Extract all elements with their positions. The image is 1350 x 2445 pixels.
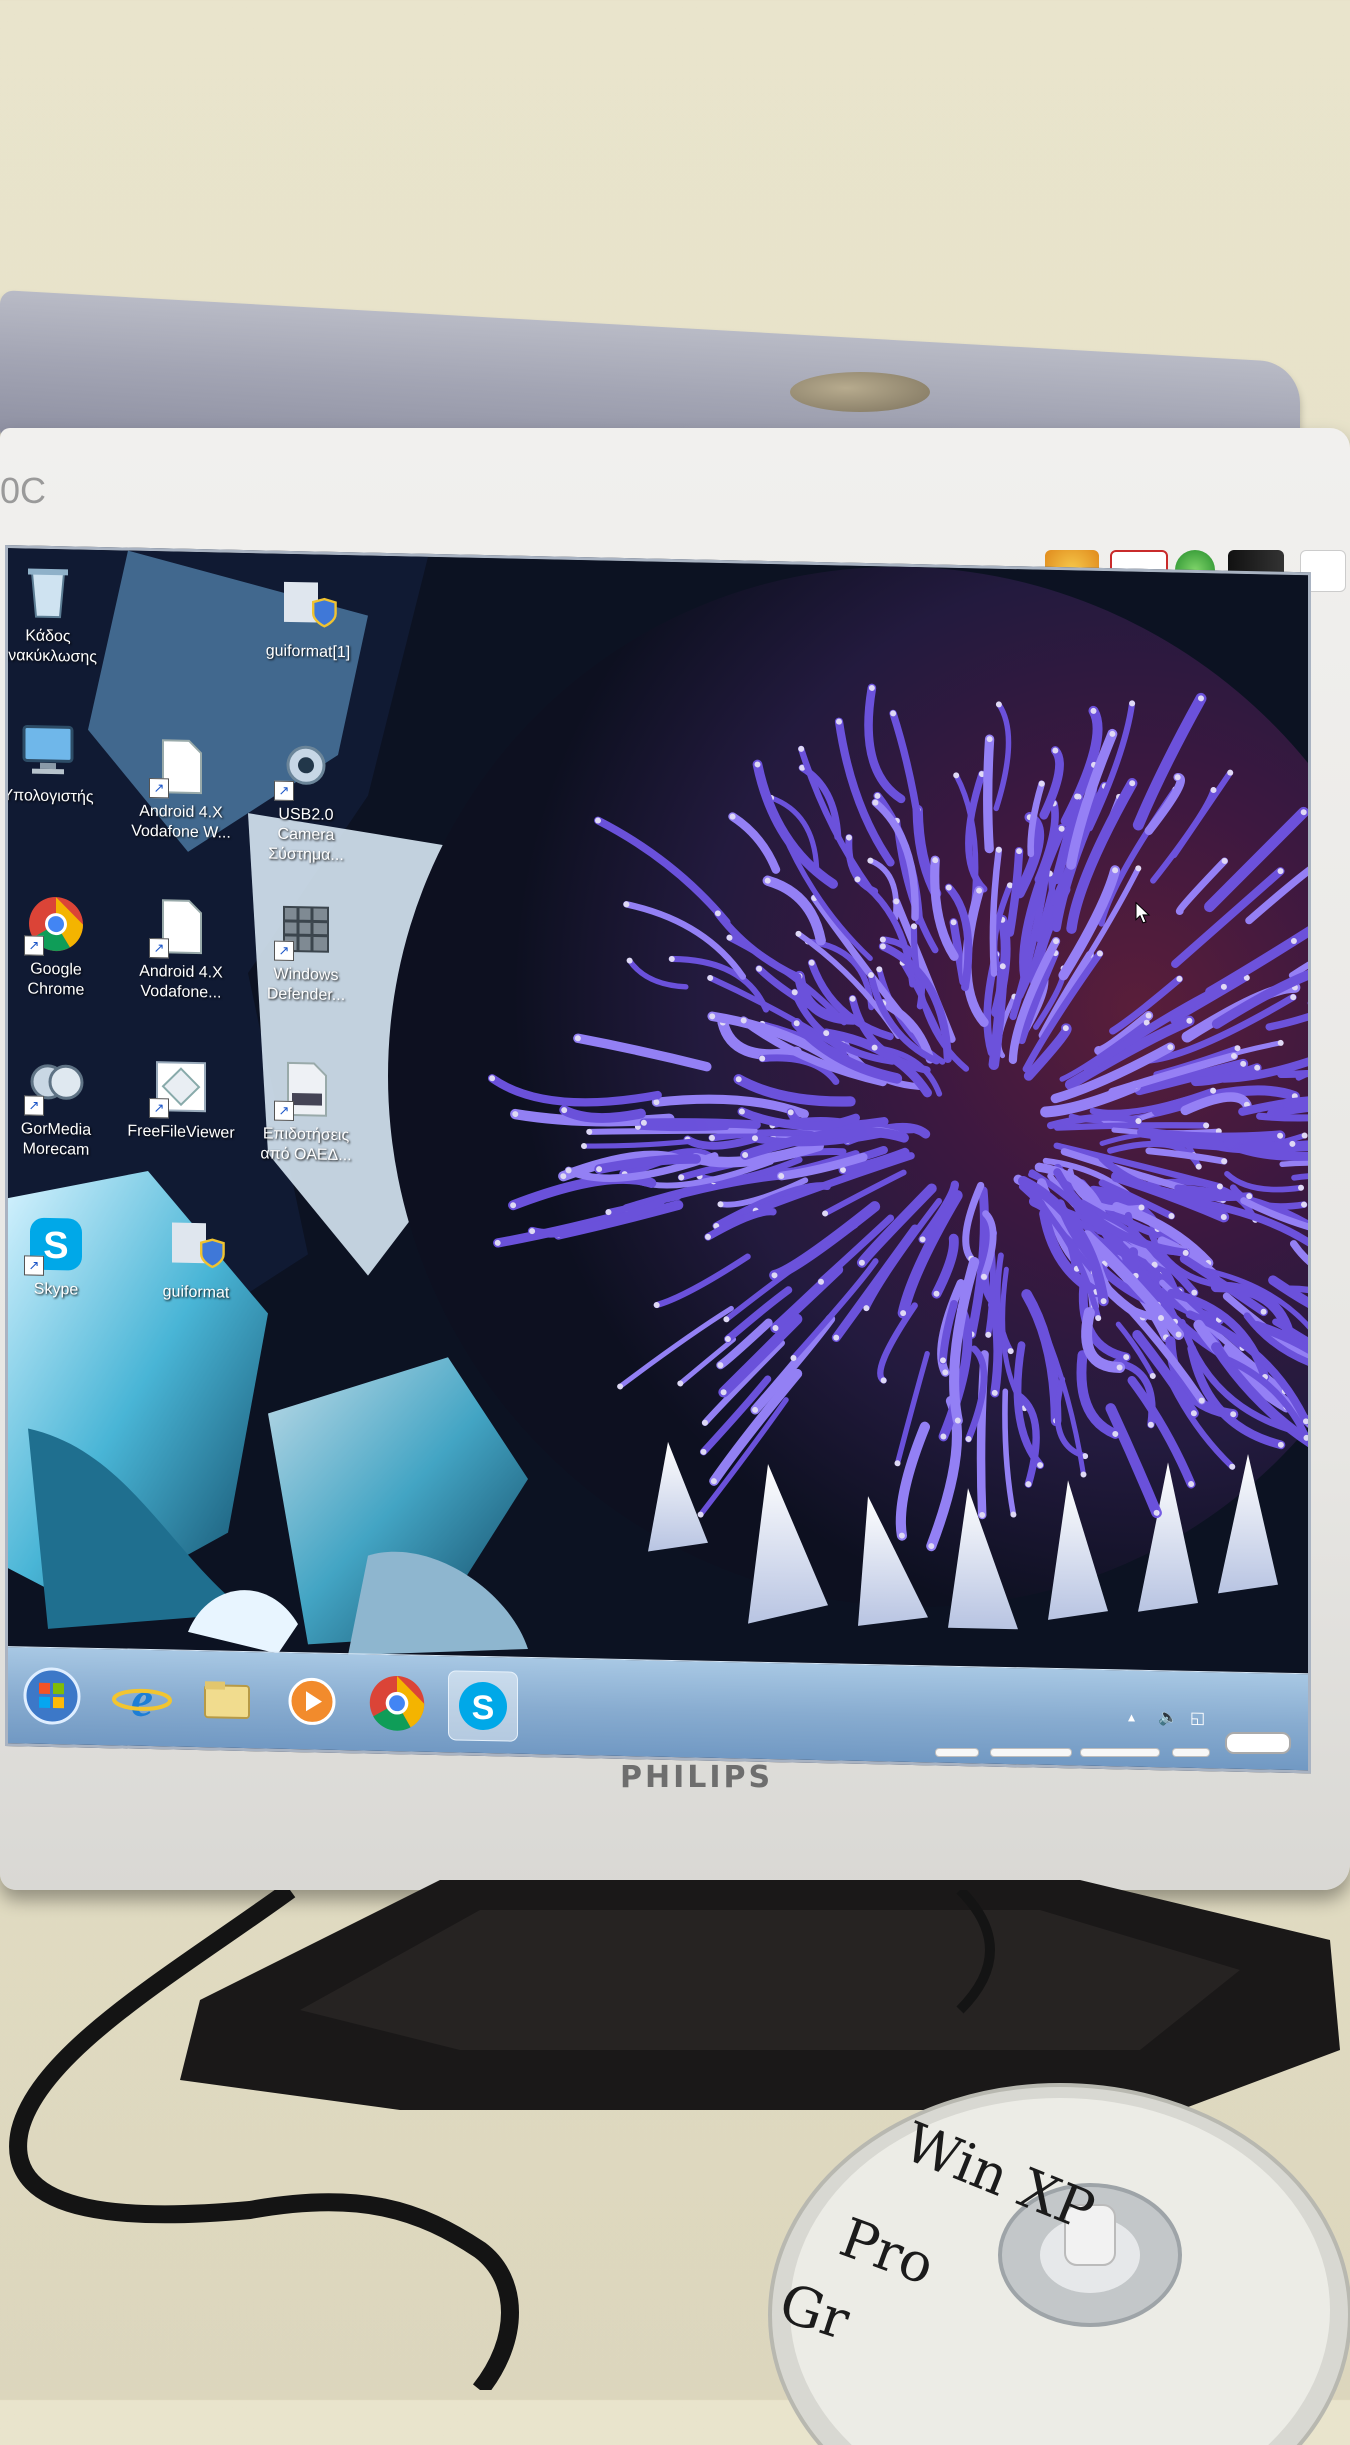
monitor-model-text: 0C xyxy=(0,470,47,511)
desktop-icon-skype[interactable]: S ↗ Skype xyxy=(5,1213,111,1301)
up-hardware-button[interactable] xyxy=(1080,1748,1160,1757)
taskbar-internet-explorer[interactable]: e xyxy=(108,1663,176,1732)
philips-logo: PHILIPS xyxy=(620,1760,774,1795)
document-icon: ↗ xyxy=(149,896,211,959)
network-icon[interactable]: ◱ xyxy=(1190,1708,1205,1728)
desktop-icon-android-vodafone-1[interactable]: ↗ Android 4.X Vodafone W... xyxy=(126,736,236,844)
auto-hardware-button[interactable] xyxy=(1172,1748,1210,1757)
taskbar-chrome[interactable] xyxy=(363,1668,431,1737)
taskbar-skype-active[interactable]: S xyxy=(448,1670,518,1742)
recycle-bin-icon xyxy=(18,560,78,621)
shortcut-arrow-icon: ↗ xyxy=(274,780,294,802)
shortcut-arrow-icon: ↗ xyxy=(149,938,169,959)
shield-file-icon xyxy=(278,576,338,637)
down-hardware-button[interactable] xyxy=(990,1748,1072,1757)
chevron-up-icon[interactable]: ▴ xyxy=(1128,1709,1135,1726)
freefileviewer-icon: ↗ xyxy=(149,1056,211,1119)
svg-text:S: S xyxy=(472,1689,495,1727)
start-orb-icon xyxy=(23,1667,81,1725)
shortcut-arrow-icon: ↗ xyxy=(24,1095,44,1116)
internet-explorer-icon: e xyxy=(112,1671,172,1727)
shortcut-arrow-icon: ↗ xyxy=(24,1255,44,1276)
menu-hardware-button[interactable] xyxy=(935,1748,979,1757)
taskbar-file-explorer[interactable] xyxy=(193,1665,261,1734)
chrome-icon: ↗ xyxy=(24,893,86,956)
media-player-icon xyxy=(288,1677,336,1725)
device-knob xyxy=(790,372,930,412)
document-icon: ↗ xyxy=(149,736,211,799)
shield-file-icon xyxy=(166,1216,226,1277)
artichoke-flower-wallpaper xyxy=(8,548,1308,1771)
desktop-icon-gormedia-morecam[interactable]: ↗ GorMedia Morecam xyxy=(5,1053,111,1161)
svg-text:e: e xyxy=(131,1671,153,1727)
skype-icon: S ↗ xyxy=(24,1213,86,1276)
chrome-icon xyxy=(369,1676,425,1731)
morecam-icon: ↗ xyxy=(24,1053,86,1116)
desktop-icon-google-chrome[interactable]: ↗ Google Chrome xyxy=(5,893,111,1001)
desktop-icon-epidotiseis-oaed[interactable]: ↗ Επιδοτήσεις από ΟΑΕΔ... xyxy=(251,1058,361,1166)
file-explorer-icon xyxy=(204,1681,250,1720)
taskbar-media-player[interactable] xyxy=(278,1667,346,1736)
shortcut-arrow-icon: ↗ xyxy=(274,1100,294,1122)
shortcut-arrow-icon: ↗ xyxy=(274,940,294,962)
desktop-icon-computer[interactable]: Υπολογιστής xyxy=(5,720,103,808)
power-button[interactable] xyxy=(1225,1732,1291,1754)
shortcut-arrow-icon: ↗ xyxy=(24,935,44,956)
defender-icon: ↗ xyxy=(274,899,336,962)
desktop-icon-freefileviewer[interactable]: ↗ FreeFileViewer xyxy=(126,1056,236,1144)
monitor-screen: Κάδος ανακύκλωσης guiformat[1] Υπολογιστ… xyxy=(5,545,1311,1774)
skype-icon: S xyxy=(459,1682,507,1731)
start-button[interactable] xyxy=(18,1661,86,1730)
computer-icon xyxy=(18,720,78,781)
flower-filament xyxy=(983,734,995,854)
speaker-icon[interactable]: 🔈 xyxy=(1158,1707,1178,1727)
flower-filament xyxy=(1137,1127,1286,1144)
svg-text:S: S xyxy=(43,1225,68,1268)
webcam-icon: ↗ xyxy=(274,739,336,802)
desktop-icon-android-vodafone-2[interactable]: ↗ Android 4.X Vodafone... xyxy=(126,896,236,1004)
desktop-icon-guiformat-1[interactable]: guiformat[1] xyxy=(253,575,363,663)
desktop-icon-windows-defender[interactable]: ↗ Windows Defender... xyxy=(251,898,361,1006)
desktop-icon-recycle-bin[interactable]: Κάδος ανακύκλωσης xyxy=(5,560,103,668)
flower-filament xyxy=(639,1118,761,1129)
mouse-cursor-icon xyxy=(1135,901,1151,924)
shortcut-arrow-icon: ↗ xyxy=(149,778,169,799)
shortcut-arrow-icon: ↗ xyxy=(149,1098,169,1119)
desktop-icon-usb-camera[interactable]: ↗ USB2.0 Camera Σύστημα... xyxy=(251,738,361,866)
docx-icon: ↗ xyxy=(274,1059,336,1122)
desktop-icon-guiformat[interactable]: guiformat xyxy=(141,1216,251,1304)
